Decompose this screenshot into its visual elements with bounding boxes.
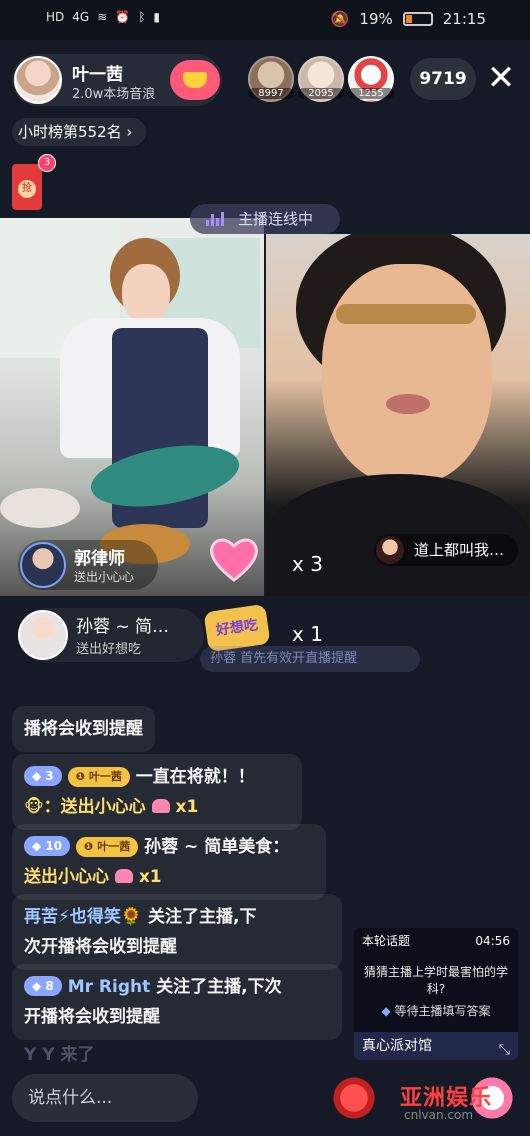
guest-eye-makeup — [336, 304, 476, 324]
gifter-name: 孙蓉 ~ 简… — [76, 617, 170, 637]
alarm-icon: ⏰ — [115, 10, 131, 24]
wifi-icon: ≋ — [97, 10, 108, 24]
online-count[interactable]: 9719 — [410, 58, 476, 100]
topic-waiting: ◆ 等待主播填写答案 — [381, 1004, 491, 1018]
chat-message[interactable]: 播将会收到提醒 — [12, 706, 155, 752]
clock: 21:15 — [442, 10, 486, 28]
gift-multiplier: x 1 — [292, 622, 323, 646]
topic-footer[interactable]: 真心派对馆 ⤡ — [354, 1032, 518, 1060]
gift-notice[interactable]: 孙蓉 ~ 简… 送出好想吃 — [18, 608, 204, 662]
gifter-gift-text: 送出好想吃 — [76, 642, 142, 657]
chat-user: 再苦⚡也得笑🌻 — [24, 907, 143, 927]
chat-text: 一直在将就！！ — [135, 767, 255, 787]
fan-club-badge: ❶ 叶一茜 — [67, 767, 130, 787]
gift-count: x1 — [138, 867, 162, 887]
guest-anchor-name: 道上都叫我… — [414, 541, 505, 559]
chat-message[interactable]: ◆ 8 Mr Right 关注了主播,下次 开播将会收到提醒 — [12, 964, 342, 1040]
battery-icon — [402, 12, 433, 26]
guest-anchor-avatar[interactable] — [376, 536, 404, 564]
viewer-contribution: 8997 — [248, 88, 294, 99]
top-viewer-avatar[interactable]: 8997 — [248, 56, 294, 102]
gift-count: x1 — [175, 797, 199, 817]
top-viewer-avatar[interactable]: 2095 — [298, 56, 344, 102]
comment-input[interactable]: 说点什么... — [12, 1074, 198, 1122]
anchor-sound-wave-count: 2.0w本场音浪 — [72, 87, 156, 102]
anchor-name: 叶一茜 — [72, 65, 123, 85]
fan-club-badge: ❶ 叶一茜 — [76, 837, 139, 857]
link-status-pill: 主播连线中 — [190, 204, 340, 234]
follow-button[interactable] — [170, 60, 220, 100]
faded-message: 孙蓉 首先有效开直播提醒 — [200, 646, 420, 672]
topic-card[interactable]: 本轮话题 04:56 猜猜主播上学时最害怕的学科? ◆ 等待主播填写答案 真心派… — [354, 928, 518, 1060]
status-bar: HD 4G ≋ ⏰ ᛒ ▮ 🔕 19% 21:15 — [0, 0, 530, 40]
chat-message[interactable]: 再苦⚡也得笑🌻 关注了主播,下 次开播将会收到提醒 — [12, 894, 342, 970]
viewer-contribution: 1255 — [348, 88, 394, 99]
hd-icon: HD — [46, 10, 65, 24]
topic-title: 本轮话题 — [362, 934, 411, 948]
chat-message[interactable]: ◆ 10 ❶ 叶一茜 孙蓉 ~ 简单美食： 送出小心心 x1 — [12, 824, 326, 900]
gift-multiplier: x 3 — [292, 552, 323, 576]
collapse-icon[interactable]: ⤡ — [499, 1036, 510, 1060]
network-4g-icon: 4G — [72, 10, 90, 24]
chat-text: 播将会收到提醒 — [24, 719, 143, 739]
chat-text: 送出小心心 — [24, 867, 109, 887]
guest-anchor-tag[interactable]: 道上都叫我… — [374, 534, 518, 566]
plate — [0, 488, 80, 528]
chat-user: 🐵：送出小心心 — [24, 797, 146, 817]
status-left-icons: HD 4G ≋ ⏰ ᛒ ▮ — [46, 10, 160, 24]
fan-club-icon — [183, 72, 207, 88]
user-level-badge: ◆ 8 — [24, 976, 62, 996]
bluetooth-icon: ᛒ — [138, 10, 146, 24]
diamond-icon: ◆ — [381, 1004, 395, 1018]
battery-percent: 19% — [359, 10, 393, 28]
user-level-badge: ◆ 3 — [24, 766, 62, 786]
sound-wave-icon — [206, 212, 224, 226]
topic-question: 猜猜主播上学时最害怕的学科? — [364, 965, 509, 996]
hourly-rank-label: 小时榜第552名 — [18, 123, 122, 141]
guest-mouth — [386, 394, 430, 414]
guest-face — [322, 264, 492, 484]
guest-gift-tag[interactable]: 郭律师 送出小心心 — [18, 540, 158, 590]
anchor-avatar[interactable] — [14, 56, 62, 104]
chat-user: 孙蓉 ~ 简单美食： — [144, 837, 290, 857]
watermark-url: cnlvan.com — [404, 1108, 474, 1122]
top-viewer-avatar[interactable]: 1255 — [348, 56, 394, 102]
topic-timer: 04:56 — [475, 934, 510, 948]
heart-gift-icon — [151, 799, 170, 813]
chat-text: 开播将会收到提醒 — [24, 1007, 160, 1027]
guest-name: 郭律师 — [74, 549, 125, 569]
link-status-label: 主播连线中 — [238, 210, 314, 228]
gift-icon: 好想吃 — [203, 603, 271, 653]
hourly-rank[interactable]: 小时榜第552名 › — [12, 118, 147, 146]
user-level-badge: ◆ 10 — [24, 836, 71, 856]
viewer-contribution: 2095 — [298, 88, 344, 99]
guest-avatar[interactable] — [20, 542, 66, 588]
faded-entry-message: Y Y 来了 — [24, 1045, 95, 1065]
guest-gift-text: 送出小心心 — [74, 570, 135, 584]
topic-card-header: 本轮话题 04:56 — [354, 928, 518, 954]
chat-text: 关注了主播,下次 — [156, 977, 282, 997]
share-icon[interactable] — [330, 1074, 378, 1122]
topic-footer-label: 真心派对馆 — [362, 1038, 432, 1054]
mute-icon: 🔕 — [330, 10, 350, 28]
heart-gift-icon — [114, 869, 133, 883]
heart-gift-icon — [210, 538, 258, 582]
chat-message[interactable]: ◆ 3 ❶ 叶一茜 一直在将就！！ 🐵：送出小心心 x1 — [12, 754, 302, 830]
chat-text: 关注了主播,下 — [148, 907, 257, 927]
chat-user: Mr Right — [67, 977, 151, 997]
red-packet[interactable]: 抢 3 — [12, 154, 56, 210]
status-right: 🔕 19% 21:15 — [331, 10, 486, 28]
sim-icon: ▮ — [153, 10, 161, 24]
chat-text: 次开播将会收到提醒 — [24, 937, 177, 957]
close-icon[interactable]: ✕ — [484, 58, 518, 100]
host-face — [122, 264, 170, 322]
red-packet-grab: 抢 — [18, 180, 36, 198]
gifter-avatar[interactable] — [18, 610, 68, 660]
red-packet-badge: 3 — [38, 154, 56, 172]
chevron-right-icon: › — [126, 123, 133, 141]
